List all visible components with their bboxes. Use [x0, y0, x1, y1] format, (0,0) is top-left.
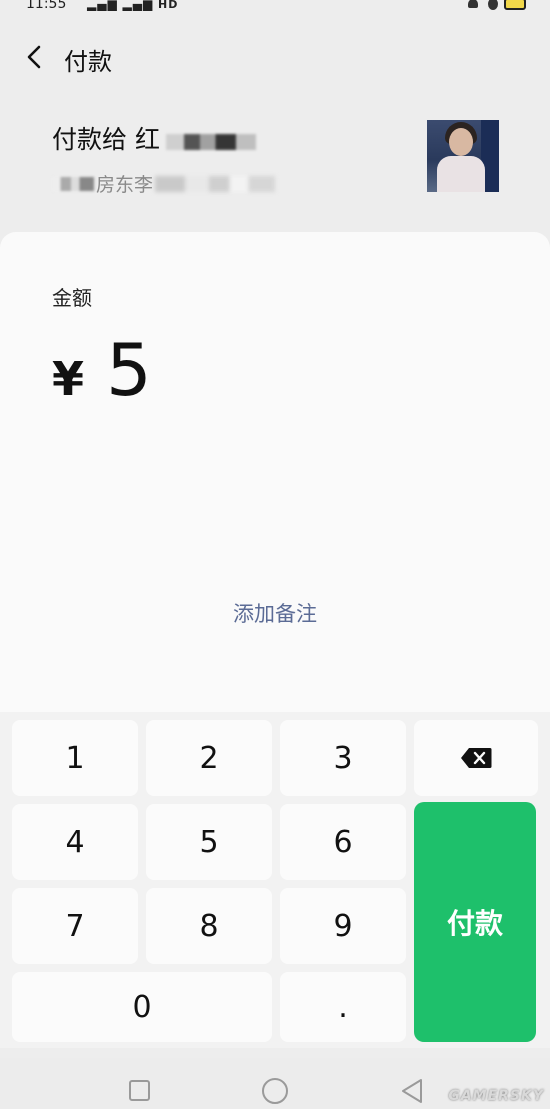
back-icon[interactable] [400, 1078, 424, 1104]
key-2[interactable]: 2 [146, 720, 272, 796]
redacted-text [52, 176, 94, 191]
amount-value: 5 [106, 328, 152, 412]
payee-subtitle: 房东李 [96, 174, 154, 196]
status-bar: 11:55 ▂▄▆ ▂▄▆ HD [0, 0, 550, 16]
battery-icon [504, 0, 526, 10]
notification-icon [488, 0, 498, 10]
key-1[interactable]: 1 [12, 720, 138, 796]
amount-card: 金额 ¥ 5 添加备注 [0, 232, 550, 712]
recent-apps-icon[interactable] [129, 1080, 150, 1101]
amount-input[interactable]: ¥ 5 [52, 328, 152, 412]
backspace-key[interactable] [414, 720, 538, 796]
key-6[interactable]: 6 [280, 804, 406, 880]
status-time: 11:55 [26, 0, 67, 12]
home-icon[interactable] [262, 1078, 288, 1104]
backspace-icon [461, 748, 492, 768]
back-arrow-icon[interactable] [20, 42, 50, 72]
key-8[interactable]: 8 [146, 888, 272, 964]
avatar [427, 120, 499, 192]
watermark: GAMERSKY [448, 1088, 544, 1104]
payee-subtitle-row: 房东李 [52, 170, 276, 197]
redacted-name [165, 134, 256, 150]
redacted-text [155, 175, 276, 192]
add-note-link[interactable]: 添加备注 [0, 598, 550, 628]
payee-name-row: 付款给 红 [52, 120, 256, 156]
pay-button[interactable]: 付款 [414, 802, 536, 1042]
key-4[interactable]: 4 [12, 804, 138, 880]
mute-icon [466, 0, 482, 10]
payee-name: 付款给 红 [52, 125, 160, 154]
key-9[interactable]: 9 [280, 888, 406, 964]
system-nav-bar: GAMERSKY [0, 1058, 550, 1109]
currency-symbol: ¥ [52, 352, 85, 406]
numeric-keypad: 1 2 3 4 5 6 7 8 9 0 . 付款 [0, 712, 550, 1048]
nav-bar: 付款 [0, 30, 550, 86]
key-7[interactable]: 7 [12, 888, 138, 964]
status-icons [466, 0, 526, 10]
payee-info: 付款给 红 房东李 [0, 106, 550, 216]
key-0[interactable]: 0 [12, 972, 272, 1042]
key-3[interactable]: 3 [280, 720, 406, 796]
key-5[interactable]: 5 [146, 804, 272, 880]
amount-label: 金额 [52, 286, 92, 310]
key-dot[interactable]: . [280, 972, 406, 1042]
page-title: 付款 [64, 48, 112, 76]
signal-icon: ▂▄▆ ▂▄▆ HD [87, 0, 179, 11]
